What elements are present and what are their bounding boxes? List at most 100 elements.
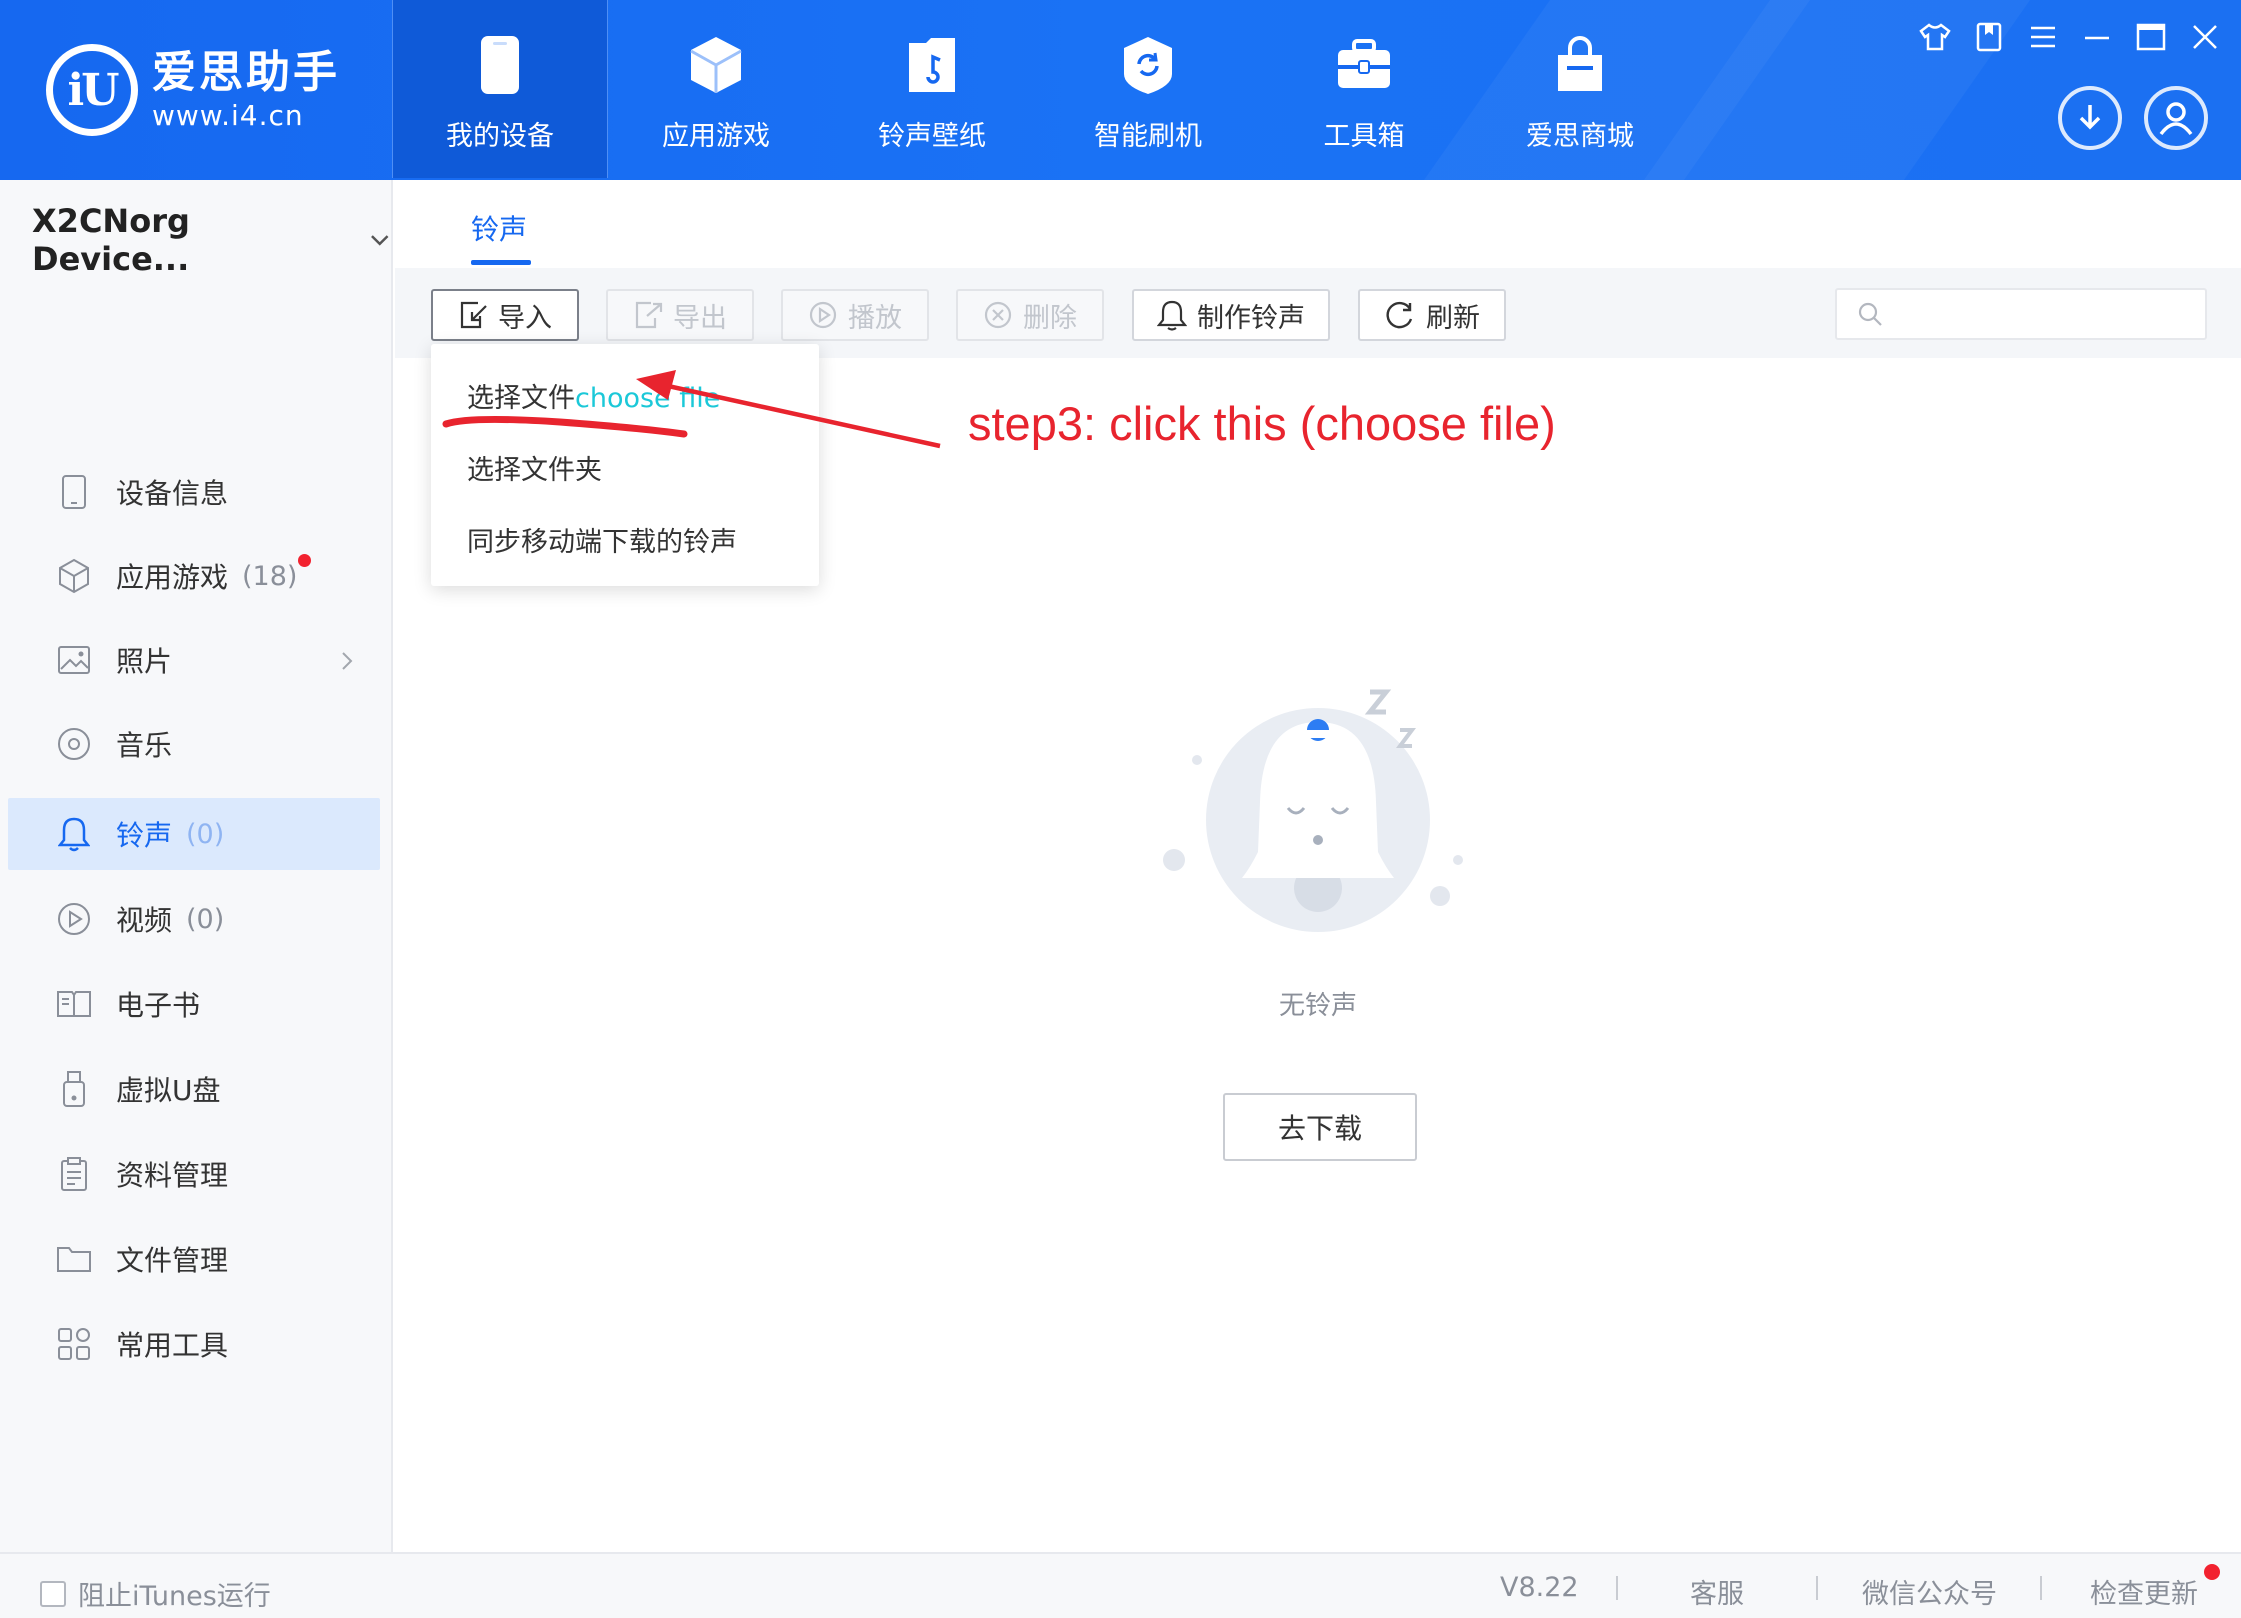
sidebar-item-virtual-usb[interactable]: 虚拟U盘 (8, 1053, 380, 1125)
nav-store[interactable]: 爱思商城 (1472, 0, 1688, 178)
menu-button[interactable] (2026, 20, 2060, 54)
chevron-down-icon (370, 235, 388, 246)
import-icon (458, 300, 488, 330)
version-label: V8.22 (1500, 1572, 1579, 1603)
import-button[interactable]: 导入 (431, 289, 579, 341)
nav-my-device[interactable]: 我的设备 (392, 0, 608, 178)
wechat-link[interactable]: 微信公众号 (1862, 1572, 1997, 1611)
shirt-icon (1919, 23, 1951, 51)
play-circle-icon (808, 300, 838, 330)
logo-mark: iU (46, 44, 138, 136)
refresh-shield-icon (1120, 30, 1176, 100)
sidebar-item-device-info[interactable]: 设备信息 (8, 456, 380, 528)
menu-item-choose-folder[interactable]: 选择文件夹 (467, 448, 602, 487)
menu-item-sync-mobile-ringtones[interactable]: 同步移动端下载的铃声 (467, 520, 737, 559)
tab-active-indicator (471, 260, 531, 265)
device-selector[interactable]: X2CNorg Device... (32, 202, 391, 278)
sidebar-item-music[interactable]: 音乐 (8, 708, 380, 780)
search-input[interactable] (1895, 294, 2195, 334)
shopping-bag-icon (1553, 30, 1607, 100)
sidebar-item-label: 音乐 (116, 729, 173, 762)
close-button[interactable] (2188, 20, 2222, 54)
close-icon (2193, 25, 2217, 49)
sidebar-item-label: 铃声 (116, 819, 173, 852)
tab-bar: 铃声 (395, 180, 2241, 268)
menu-icon (2031, 26, 2055, 48)
account-button[interactable] (2144, 86, 2208, 150)
export-label: 导出 (673, 302, 727, 334)
sidebar-item-file-management[interactable]: 文件管理 (8, 1223, 380, 1295)
sidebar-item-common-tools[interactable]: 常用工具 (8, 1308, 380, 1380)
bell-icon (1157, 299, 1187, 331)
document-icon (52, 1156, 96, 1192)
block-itunes-checkbox[interactable]: 阻止iTunes运行 (40, 1574, 271, 1613)
sidebar-item-videos[interactable]: 视频 (0) (8, 883, 380, 955)
support-link[interactable]: 客服 (1690, 1572, 1744, 1611)
sidebar-item-data-management[interactable]: 资料管理 (8, 1138, 380, 1210)
music-disc-icon (52, 726, 96, 762)
music-folder-icon (906, 30, 958, 100)
sidebar-item-photos[interactable]: 照片 (8, 624, 380, 696)
nav-toolbox[interactable]: 工具箱 (1256, 0, 1472, 178)
sidebar-item-ebooks[interactable]: 电子书 (8, 968, 380, 1040)
refresh-label: 刷新 (1426, 302, 1480, 334)
folder-icon (52, 1244, 96, 1274)
sidebar-item-label: 视频 (116, 904, 173, 937)
export-button[interactable]: 导出 (606, 289, 754, 341)
choose-file-annotation-label: choose file (575, 383, 721, 414)
cube-icon (687, 30, 745, 100)
sidebar-item-label: 常用工具 (116, 1329, 229, 1362)
nav-apps-games[interactable]: 应用游戏 (608, 0, 824, 178)
device-info-icon (52, 474, 96, 510)
bookmark-button[interactable] (1972, 20, 2006, 54)
nav-label: 工具箱 (1323, 121, 1405, 152)
delete-button[interactable]: 删除 (956, 289, 1104, 341)
search-box[interactable] (1835, 288, 2207, 340)
skin-button[interactable] (1918, 20, 1952, 54)
empty-bell-illustration (1163, 689, 1463, 932)
check-update-link[interactable]: 检查更新 (2090, 1572, 2198, 1611)
tab-ringtone[interactable]: 铃声 (471, 208, 527, 248)
device-name: X2CNorg Device... (32, 202, 190, 278)
empty-state-text: 无铃声 (1278, 991, 1357, 1021)
sidebar-item-count: (0) (186, 903, 225, 935)
sidebar-item-label: 虚拟U盘 (116, 1074, 221, 1107)
maximize-icon (2136, 23, 2166, 51)
photo-icon (52, 645, 96, 675)
footer-divider (1816, 1576, 1818, 1600)
make-ringtone-button[interactable]: 制作铃声 (1132, 289, 1330, 341)
checkbox[interactable] (40, 1580, 66, 1607)
sidebar: X2CNorg Device... 设备信息 应用游戏 (18) 照片 音乐 铃… (0, 180, 393, 1552)
app-cube-icon (52, 558, 96, 594)
make-ringtone-label: 制作铃声 (1197, 302, 1305, 334)
logo-name: 爱思助手 (152, 47, 340, 98)
status-bar: 阻止iTunes运行 V8.22 客服 微信公众号 检查更新 (0, 1552, 2241, 1618)
import-dropdown-menu: 选择文件choose file 选择文件夹 同步移动端下载的铃声 (431, 344, 819, 586)
footer-divider (2040, 1576, 2042, 1600)
sidebar-item-count: (0) (186, 818, 225, 850)
delete-label: 删除 (1023, 302, 1077, 334)
app-logo[interactable]: iU 爱思助手 www.i4.cn (46, 44, 340, 136)
sidebar-item-label: 资料管理 (116, 1159, 229, 1192)
delete-circle-icon (983, 300, 1013, 330)
sidebar-item-ringtones[interactable]: 铃声 (0) (8, 798, 380, 870)
update-badge (2204, 1564, 2220, 1580)
chevron-right-icon (342, 652, 353, 670)
menu-item-choose-file[interactable]: 选择文件choose file (467, 376, 720, 415)
sidebar-item-apps-games[interactable]: 应用游戏 (18) (8, 540, 380, 612)
nav-ringtones-wallpapers[interactable]: 铃声壁纸 (824, 0, 1040, 178)
nav-smart-flash[interactable]: 智能刷机 (1040, 0, 1256, 178)
minimize-button[interactable] (2080, 20, 2114, 54)
refresh-button[interactable]: 刷新 (1358, 289, 1506, 341)
menu-item-label: 选择文件 (467, 383, 575, 414)
maximize-button[interactable] (2134, 20, 2168, 54)
play-button[interactable]: 播放 (781, 289, 929, 341)
nav-label: 爱思商城 (1526, 121, 1634, 152)
sidebar-item-label: 设备信息 (116, 477, 229, 510)
download-manager-button[interactable] (2058, 86, 2122, 150)
go-download-button[interactable]: 去下载 (1223, 1093, 1417, 1161)
sidebar-item-count: (18) (242, 560, 298, 592)
footer-divider (1616, 1576, 1618, 1600)
sidebar-item-label: 电子书 (116, 989, 201, 1022)
grid-tools-icon (52, 1327, 96, 1361)
